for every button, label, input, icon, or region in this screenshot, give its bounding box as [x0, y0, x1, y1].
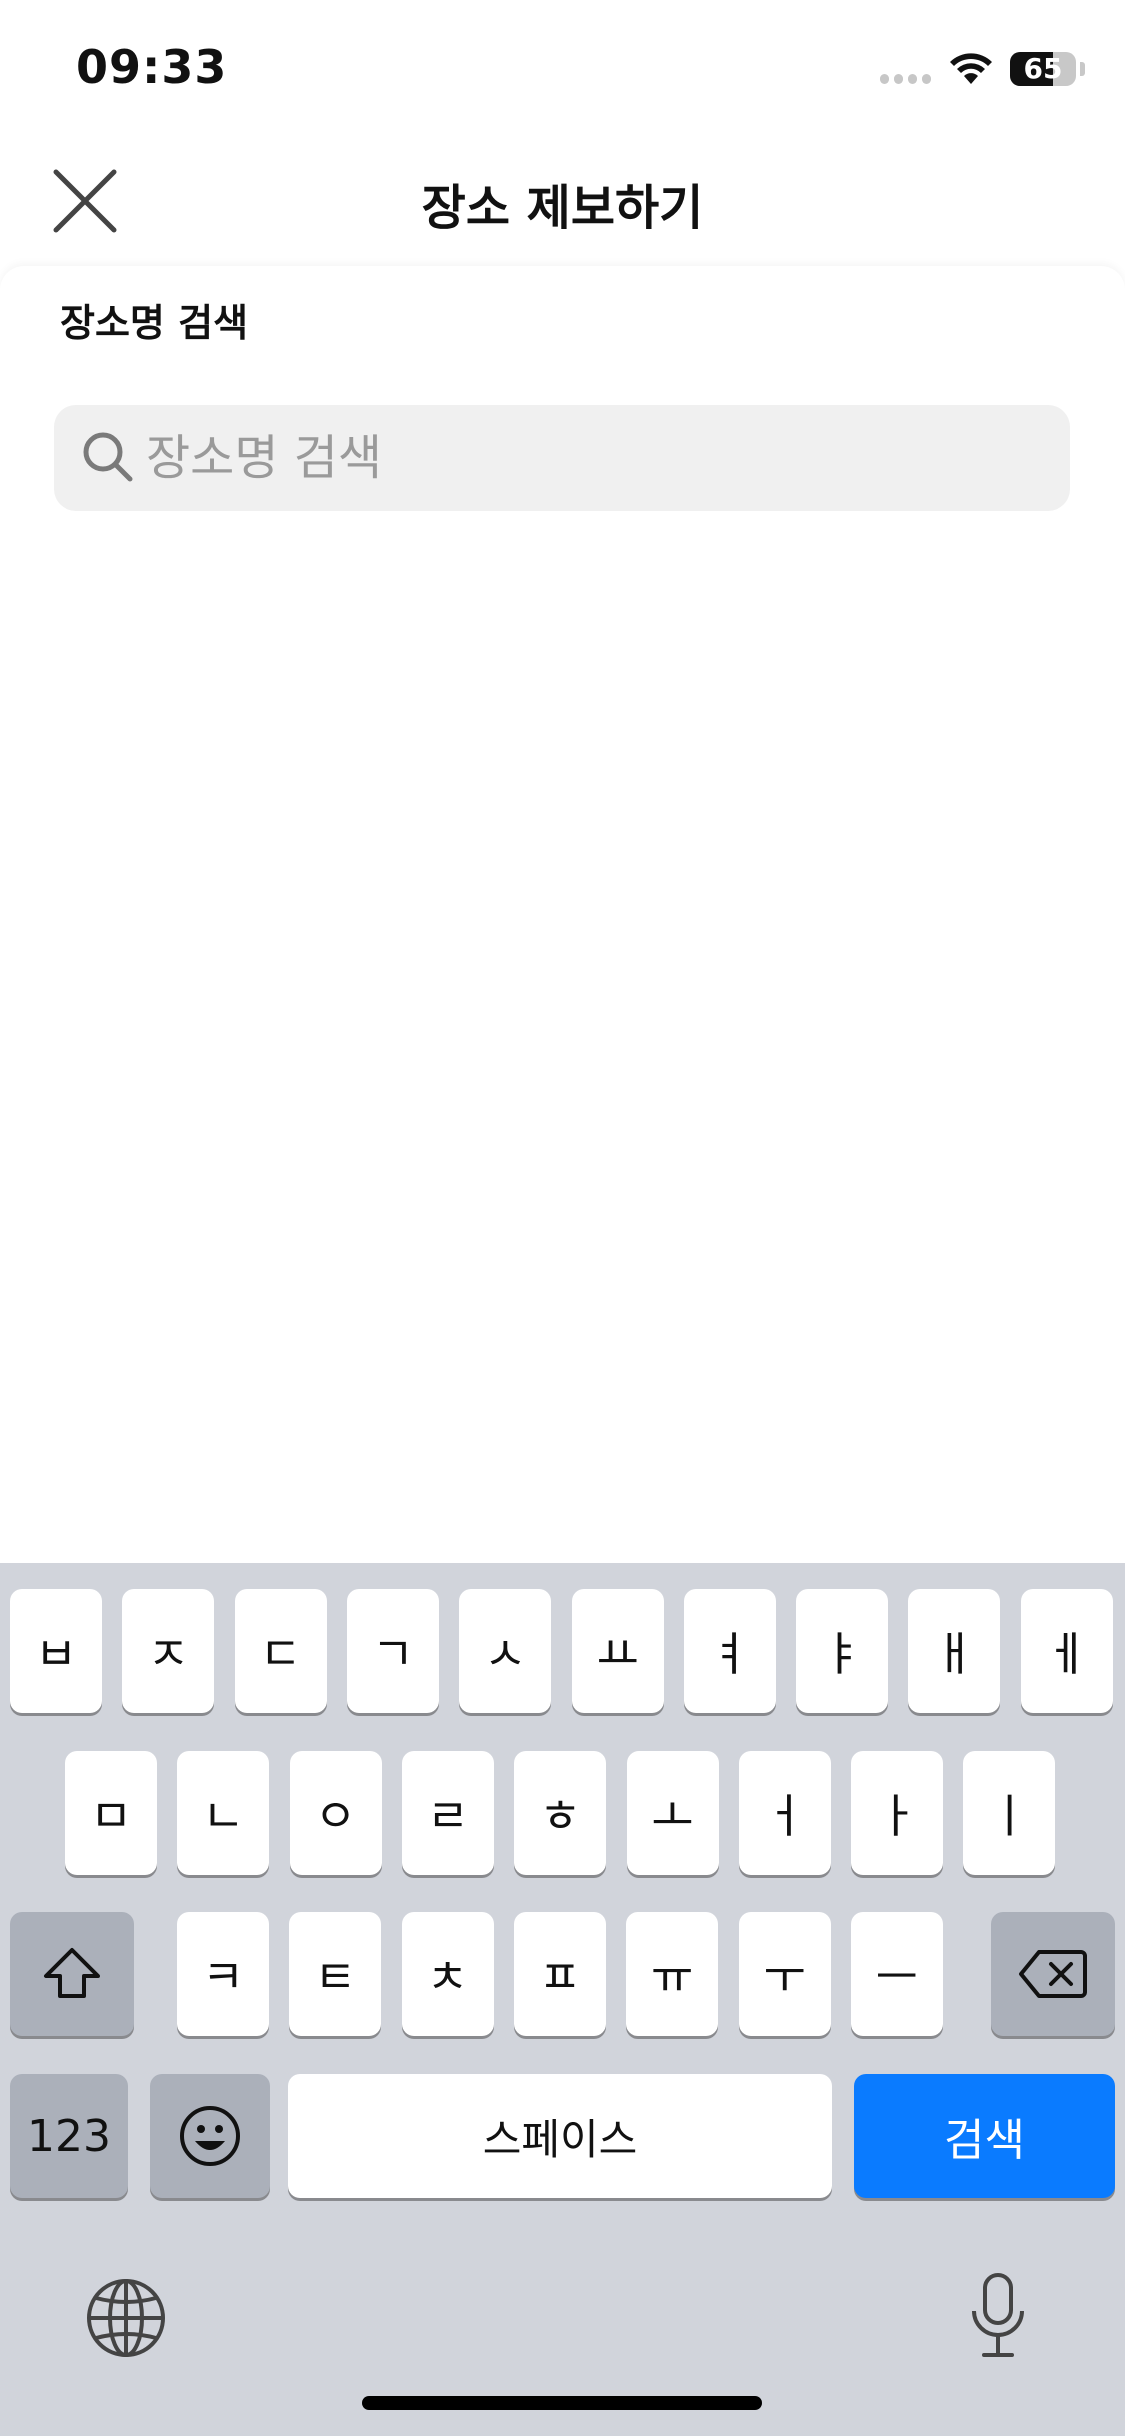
- search-key-label: 검색: [944, 2115, 1025, 2166]
- header: 장소 제보하기: [0, 150, 1125, 260]
- key-label: ㅋ: [201, 1950, 245, 2004]
- key-row1-6[interactable]: ㅕ: [683, 1589, 776, 1713]
- key-label: ㄷ: [259, 1627, 302, 1681]
- keyboard: ㅂ ㅈ ㄷ ㄱ ㅅ ㅛ ㅕ ㅑ ㅐ ㅔ ㅁ ㄴ ㅇ ㄹ ㅎ ㅗ ㅓ ㅏ ㅣ ㅋ ㅌ ㅊ ㅍ ㅠ ㅜ ㅡ 123 스페이스 검색: [0, 1563, 1125, 2436]
- globe-icon[interactable]: [84, 2276, 168, 2360]
- key-row3-2[interactable]: ㅊ: [401, 1912, 494, 2036]
- key-row1-4[interactable]: ㅅ: [459, 1589, 552, 1713]
- key-row2-2[interactable]: ㅇ: [289, 1751, 382, 1875]
- key-label: ㅂ: [34, 1627, 78, 1681]
- key-row1-0[interactable]: ㅂ: [10, 1589, 102, 1713]
- key-row3-0[interactable]: ㅋ: [177, 1912, 269, 2036]
- key-row1-5[interactable]: ㅛ: [571, 1589, 664, 1713]
- key-row2-5[interactable]: ㅗ: [626, 1751, 719, 1875]
- key-row1-2[interactable]: ㄷ: [234, 1589, 327, 1713]
- space-key-label: 스페이스: [482, 2114, 638, 2164]
- key-row2-7[interactable]: ㅏ: [851, 1751, 944, 1875]
- status-bar: 09:33 65: [0, 0, 1125, 140]
- key-row3-5[interactable]: ㅜ: [738, 1912, 831, 2036]
- key-row2-3[interactable]: ㄹ: [401, 1751, 494, 1875]
- shift-key[interactable]: [10, 1912, 134, 2036]
- key-label: ㅁ: [89, 1789, 133, 1843]
- wifi-icon: [950, 53, 992, 84]
- key-label: ㅑ: [820, 1627, 864, 1681]
- key-label: ㅌ: [314, 1950, 357, 2004]
- key-label: ㄹ: [426, 1789, 470, 1843]
- key-row2-8[interactable]: ㅣ: [963, 1751, 1056, 1875]
- key-label: ㅐ: [933, 1627, 976, 1681]
- key-label: ㅎ: [539, 1789, 582, 1843]
- search-key[interactable]: 검색: [854, 2074, 1115, 2198]
- key-label: ㅊ: [426, 1950, 469, 2004]
- search-icon: [83, 432, 133, 482]
- space-key[interactable]: 스페이스: [288, 2074, 832, 2198]
- key-label: ㅡ: [875, 1950, 918, 2004]
- emoji-key[interactable]: [150, 2074, 270, 2198]
- key-label: ㅔ: [1045, 1627, 1088, 1681]
- key-label: ㄱ: [371, 1627, 415, 1681]
- microphone-icon[interactable]: [966, 2271, 1030, 2361]
- key-label: ㅜ: [763, 1950, 806, 2004]
- battery-percent: 65: [1023, 52, 1063, 85]
- key-row1-3[interactable]: ㄱ: [346, 1589, 439, 1713]
- key-label: ㅓ: [763, 1789, 806, 1843]
- key-label: ㅕ: [708, 1627, 751, 1681]
- key-label: ㅇ: [314, 1789, 357, 1843]
- status-time: 09:33: [76, 40, 228, 94]
- emoji-icon: [180, 2106, 240, 2166]
- key-label: ㅅ: [484, 1627, 527, 1681]
- key-row1-1[interactable]: ㅈ: [122, 1589, 215, 1713]
- key-row2-1[interactable]: ㄴ: [177, 1751, 270, 1875]
- search-input[interactable]: [146, 405, 1046, 511]
- key-label: ㅠ: [651, 1950, 694, 2004]
- key-row3-4[interactable]: ㅠ: [626, 1912, 719, 2036]
- key-label: ㅍ: [538, 1950, 582, 2004]
- key-row2-6[interactable]: ㅓ: [738, 1751, 831, 1875]
- shift-icon: [44, 1948, 100, 1998]
- key-row1-9[interactable]: ㅔ: [1020, 1589, 1113, 1713]
- key-row2-0[interactable]: ㅁ: [65, 1751, 157, 1875]
- numbers-key-label: 123: [27, 2110, 111, 2162]
- section-label: 장소명 검색: [60, 301, 249, 345]
- battery-tip: [1080, 62, 1085, 76]
- key-row2-4[interactable]: ㅎ: [514, 1751, 607, 1875]
- battery-icon: 65: [1010, 52, 1076, 86]
- cellular-signal-icon: [880, 72, 934, 84]
- key-row3-6[interactable]: ㅡ: [850, 1912, 943, 2036]
- key-row3-1[interactable]: ㅌ: [289, 1912, 382, 2036]
- key-label: ㅣ: [988, 1789, 1031, 1843]
- key-label: ㅗ: [651, 1789, 694, 1843]
- key-row1-7[interactable]: ㅑ: [796, 1589, 889, 1713]
- home-indicator: [362, 2396, 762, 2410]
- backspace-icon: [1019, 1950, 1087, 1998]
- key-label: ㅈ: [147, 1627, 190, 1681]
- key-row1-8[interactable]: ㅐ: [908, 1589, 1001, 1713]
- page-title: 장소 제보하기: [421, 180, 704, 236]
- key-label: ㅛ: [596, 1627, 639, 1681]
- search-box[interactable]: [54, 405, 1070, 511]
- backspace-key[interactable]: [991, 1912, 1115, 2036]
- key-label: ㅏ: [875, 1789, 919, 1843]
- key-row3-3[interactable]: ㅍ: [513, 1912, 606, 2036]
- key-label: ㄴ: [202, 1789, 245, 1843]
- numbers-key[interactable]: 123: [10, 2074, 128, 2198]
